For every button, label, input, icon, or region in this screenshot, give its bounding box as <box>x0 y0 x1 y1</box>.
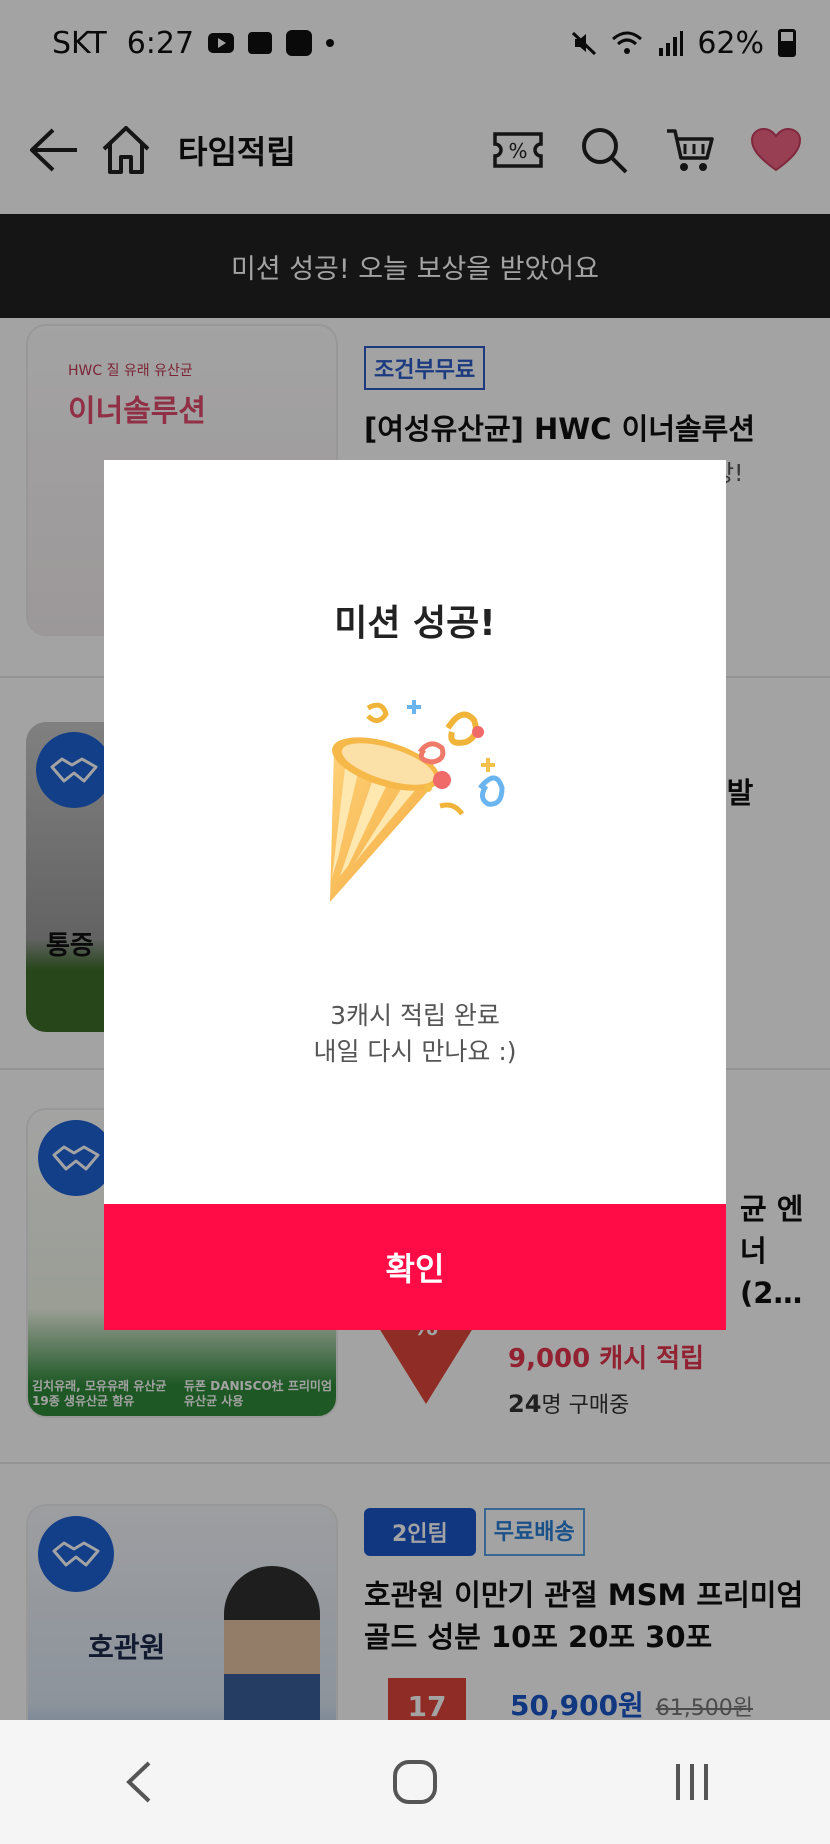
dialog-message: 3캐시 적립 완료 내일 다시 만나요 :) <box>104 998 726 1071</box>
chevron-left-icon <box>126 1761 151 1803</box>
dialog-message-line1: 3캐시 적립 완료 <box>330 1001 500 1030</box>
party-popper-icon <box>330 700 505 902</box>
recents-icon <box>675 1764 708 1800</box>
mission-success-dialog: 미션 성공! 3캐시 적립 완료 내일 다시 만나요 :) 확인 <box>104 460 726 1330</box>
nav-recents-button[interactable] <box>642 1742 742 1822</box>
home-circle-icon <box>392 1760 437 1804</box>
dialog-title: 미션 성공! <box>334 603 496 644</box>
dialog-message-line2: 내일 다시 만나요 :) <box>313 1037 517 1067</box>
system-navigation-bar <box>0 1720 830 1844</box>
confirm-button[interactable]: 확인 <box>104 1204 726 1330</box>
nav-home-button[interactable] <box>365 1742 465 1822</box>
nav-back-button[interactable] <box>88 1742 188 1822</box>
